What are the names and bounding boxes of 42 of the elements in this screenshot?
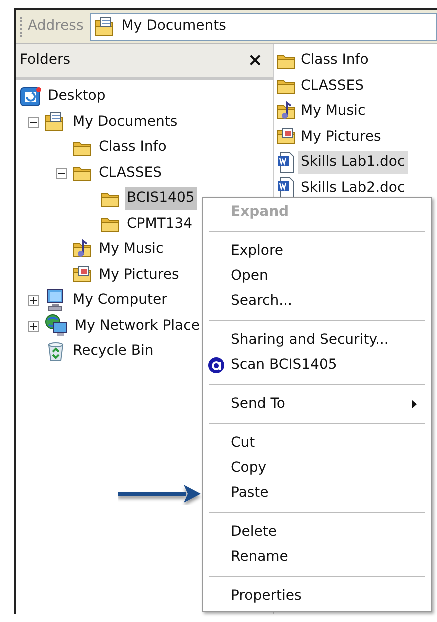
file-item[interactable]: Skills Lab1.doc [298, 151, 408, 174]
menu-item[interactable]: Delete [203, 520, 431, 545]
file-item[interactable]: Skills Lab2.doc [298, 176, 408, 200]
menu-item[interactable]: Properties [203, 584, 431, 609]
collapse-icon[interactable] [56, 168, 67, 179]
menu-item[interactable]: Rename [203, 545, 431, 570]
expand-icon[interactable] [28, 295, 39, 306]
submenu-arrow-icon [412, 400, 417, 409]
menu-item[interactable]: Search... [203, 289, 431, 314]
tree-item[interactable]: CLASSES [97, 162, 164, 185]
file-item[interactable]: My Pictures [298, 126, 384, 149]
collapse-icon[interactable] [28, 116, 39, 128]
menu-item[interactable]: Scan BCIS1405 [203, 353, 431, 378]
file-item[interactable]: CLASSES [298, 74, 367, 98]
scanner-icon [208, 357, 225, 374]
network-icon [45, 314, 69, 338]
file-item[interactable]: Class Info [298, 49, 372, 72]
tree-item[interactable]: My Documents [71, 110, 180, 134]
tree-item[interactable]: My Network Place [73, 314, 202, 338]
tree-item[interactable]: My Pictures [97, 264, 182, 287]
tree-item[interactable]: Desktop [46, 85, 108, 108]
menu-item[interactable]: Explore [203, 239, 431, 264]
address-label: Address [28, 17, 84, 36]
menu-item[interactable]: Sharing and Security... [203, 328, 431, 353]
document-icon [277, 152, 297, 174]
tree-item[interactable]: My Music [97, 238, 166, 262]
file-item[interactable]: My Music [298, 100, 369, 124]
desktop-icon [20, 86, 42, 108]
tree-item[interactable]: Class Info [97, 136, 169, 160]
tree-item[interactable]: My Computer [71, 289, 170, 312]
menu-item[interactable]: Open [203, 264, 431, 289]
menu-item[interactable]: Cut [203, 431, 431, 456]
tree-item[interactable]: CPMT134 [125, 212, 195, 236]
menu-item[interactable]: Paste [203, 481, 431, 506]
close-button[interactable]: × [246, 52, 265, 70]
address-field[interactable]: My Documents [90, 12, 437, 40]
tree-item[interactable]: BCIS1405 [125, 187, 197, 210]
expand-icon[interactable] [28, 320, 39, 332]
menu-item[interactable]: Copy [203, 456, 431, 481]
tree-item[interactable]: Recycle Bin [71, 340, 156, 364]
pane-title: Folders [20, 51, 71, 70]
menu-item[interactable]: Send To [203, 392, 431, 417]
